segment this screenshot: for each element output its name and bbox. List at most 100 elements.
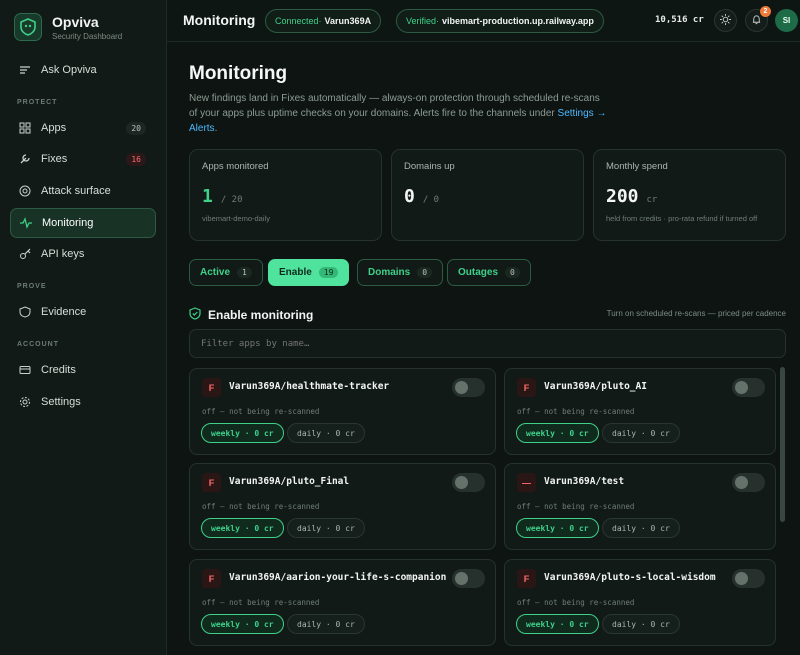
daily-cadence-chip[interactable]: daily · 0 cr: [602, 614, 680, 634]
app-status: off — not being re-scanned: [517, 407, 635, 416]
tab-label: Outages: [458, 267, 499, 278]
app-status: off — not being re-scanned: [202, 502, 320, 511]
pulse-icon: [19, 216, 33, 230]
toggle-knob: [735, 476, 748, 489]
section-label-account: ACCOUNT: [17, 341, 59, 348]
stat-card-monthly-spend: Monthly spend 200 cr held from credits · …: [593, 149, 786, 241]
verified-pill[interactable]: Verified · vibemart-production.up.railway…: [396, 9, 604, 33]
stat-value: 0: [404, 186, 415, 207]
stat-label: Monthly spend: [606, 161, 668, 172]
weekly-cadence-chip[interactable]: weekly · 0 cr: [201, 614, 284, 634]
theme-toggle-button[interactable]: [714, 9, 737, 32]
stat-value: 1: [202, 186, 213, 207]
stat-unit: cr: [646, 195, 658, 205]
tab-outages[interactable]: Outages 0: [447, 259, 531, 286]
toggle-knob: [455, 476, 468, 489]
app-name: Varun369A/pluto_AI: [544, 381, 647, 392]
app-status: off — not being re-scanned: [202, 598, 320, 607]
app-status: off — not being re-scanned: [202, 407, 320, 416]
app-status: off — not being re-scanned: [517, 598, 635, 607]
target-icon: [18, 184, 32, 198]
sidebar-item-evidence[interactable]: Evidence: [10, 297, 156, 327]
monitoring-toggle[interactable]: [452, 569, 485, 588]
toggle-knob: [735, 381, 748, 394]
sidebar-item-credits[interactable]: Credits: [10, 355, 156, 385]
tab-count: 1: [237, 267, 252, 278]
section-label-prove: PROVE: [17, 283, 47, 290]
notifications-button[interactable]: 2: [745, 6, 771, 32]
filter-apps-input[interactable]: [189, 329, 786, 358]
section-heading: Enable monitoring: [189, 307, 313, 323]
notification-count-badge: 2: [760, 6, 771, 17]
weekly-cadence-chip[interactable]: weekly · 0 cr: [516, 423, 599, 443]
card-icon: [18, 363, 32, 377]
monitoring-toggle[interactable]: [452, 378, 485, 397]
monitoring-toggle[interactable]: [732, 569, 765, 588]
stat-total: / 0: [422, 195, 440, 205]
stat-note: vibemart-demo-daily: [202, 214, 270, 223]
sun-icon: [720, 12, 731, 30]
brand-subtitle: Security Dashboard: [52, 31, 123, 41]
sidebar-item-apps[interactable]: Apps 20: [10, 113, 156, 143]
app-name: Varun369A/aarion-your-life-s-companion: [229, 572, 447, 583]
weekly-cadence-chip[interactable]: weekly · 0 cr: [516, 518, 599, 538]
monitoring-toggle[interactable]: [452, 473, 485, 492]
stat-value: 200: [606, 186, 639, 207]
brand[interactable]: Opviva Security Dashboard: [14, 13, 122, 41]
tab-domains[interactable]: Domains 0: [357, 259, 444, 286]
stat-card-domains-up: Domains up 0 / 0: [391, 149, 584, 241]
chat-lines-icon: [18, 63, 32, 77]
daily-cadence-chip[interactable]: daily · 0 cr: [287, 518, 365, 538]
daily-cadence-chip[interactable]: daily · 0 cr: [602, 518, 680, 538]
tab-enable[interactable]: Enable 19: [268, 259, 350, 286]
wrench-icon: [18, 152, 32, 166]
framework-badge: F: [517, 378, 536, 397]
framework-badge: F: [202, 569, 221, 588]
sidebar-item-label: Apps: [41, 122, 67, 134]
section-label-protect: PROTECT: [17, 99, 58, 106]
sidebar-item-label: Ask Opviva: [41, 64, 97, 76]
credits-balance: 10,516 cr: [655, 15, 704, 25]
sidebar-item-label: Credits: [41, 364, 76, 376]
framework-badge: F: [517, 569, 536, 588]
sidebar-item-fixes[interactable]: Fixes 16: [10, 144, 156, 174]
weekly-cadence-chip[interactable]: weekly · 0 cr: [201, 423, 284, 443]
sidebar-item-monitoring[interactable]: Monitoring: [10, 208, 156, 238]
weekly-cadence-chip[interactable]: weekly · 0 cr: [516, 614, 599, 634]
tab-label: Enable: [279, 267, 312, 278]
daily-cadence-chip[interactable]: daily · 0 cr: [287, 614, 365, 634]
app-status: off — not being re-scanned: [517, 502, 635, 511]
framework-badge: F: [202, 473, 221, 492]
list-scrollbar[interactable]: [780, 367, 785, 522]
app-name: Varun369A/pluto_Final: [229, 476, 350, 487]
key-icon: [18, 247, 32, 261]
monitoring-toggle[interactable]: [732, 378, 765, 397]
app-root: Opviva Security Dashboard Ask Opviva PRO…: [0, 0, 800, 655]
monitoring-toggle[interactable]: [732, 473, 765, 492]
sidebar-item-ask-opviva[interactable]: Ask Opviva: [10, 55, 156, 85]
page-title: Monitoring: [189, 63, 288, 84]
app-card: F Varun369A/healthmate-tracker off — not…: [189, 368, 496, 455]
description-text: New findings land in Fixes automatically…: [189, 93, 600, 119]
avatar[interactable]: SI: [775, 9, 798, 32]
sidebar-item-attack-surface[interactable]: Attack surface: [10, 176, 156, 206]
tab-label: Domains: [368, 267, 411, 278]
daily-cadence-chip[interactable]: daily · 0 cr: [287, 423, 365, 443]
weekly-cadence-chip[interactable]: weekly · 0 cr: [201, 518, 284, 538]
fixes-count-badge: 16: [126, 152, 146, 166]
shield-icon: [18, 305, 32, 319]
tab-count: 0: [505, 267, 520, 278]
section-hint: Turn on scheduled re-scans — priced per …: [606, 309, 786, 318]
sidebar-item-label: Settings: [41, 396, 81, 408]
tab-active[interactable]: Active 1: [189, 259, 263, 286]
toggle-knob: [455, 381, 468, 394]
daily-cadence-chip[interactable]: daily · 0 cr: [602, 423, 680, 443]
connected-key: Connected: [275, 16, 319, 26]
sidebar: Opviva Security Dashboard Ask Opviva PRO…: [0, 0, 167, 655]
connected-pill[interactable]: Connected · Varun369A: [265, 9, 382, 33]
sidebar-item-label: API keys: [41, 248, 85, 260]
stat-total: / 20: [220, 195, 243, 205]
sidebar-item-api-keys[interactable]: API keys: [10, 239, 156, 269]
sidebar-item-settings[interactable]: Settings: [10, 387, 156, 417]
framework-badge: —: [517, 473, 536, 492]
